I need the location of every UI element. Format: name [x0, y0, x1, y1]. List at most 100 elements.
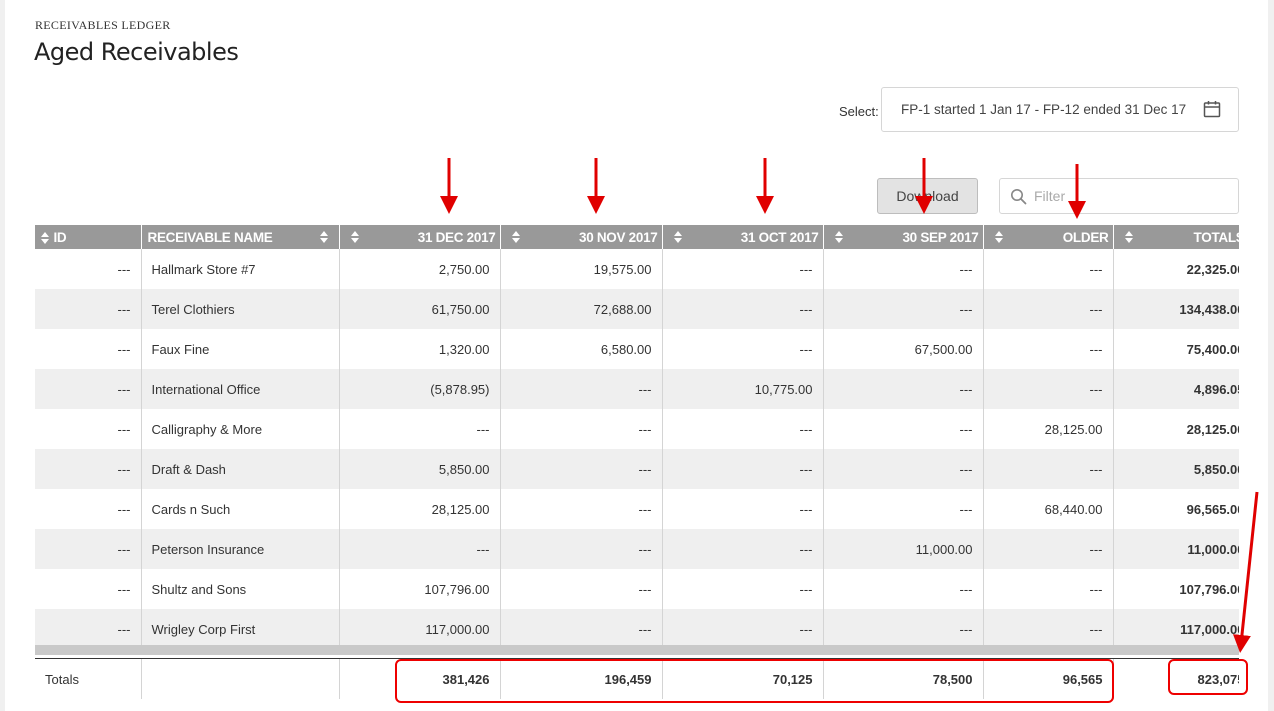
table-row[interactable]: --- Shultz and Sons 107,796.00 --- --- --- ---… — [35, 569, 1239, 609]
column-header-label: 31 DEC 2017 — [417, 229, 496, 245]
table-row[interactable]: --- Peterson Insurance --- --- --- 11,000.00-… — [35, 529, 1239, 569]
cell-31-dec-2017: 61,750.00 — [339, 289, 501, 329]
cell-total: 4,896.05 — [1113, 369, 1239, 409]
column-header-totals[interactable]: TOTALS — [1113, 225, 1239, 249]
period-select[interactable]: FP-1 started 1 Jan 17 - FP-12 ended 31 D… — [881, 87, 1239, 132]
cell-30-nov-2017: --- — [500, 409, 663, 449]
filter-field[interactable] — [999, 178, 1239, 214]
total-31-oct-2017: 70,125 — [662, 659, 824, 699]
cell-31-dec-2017: --- — [339, 529, 501, 569]
row-id: --- — [35, 289, 142, 329]
cell-older: --- — [983, 449, 1114, 489]
table-row[interactable]: --- Cards n Such 28,125.00 --- --- --- 68,440.… — [35, 489, 1239, 529]
aged-receivables-table: ID RECEIVABLE NAME 31 DEC 2017 30 NOV 20… — [35, 225, 1239, 700]
table-row[interactable]: --- Terel Clothiers 61,750.00 72,688.00 --- -… — [35, 289, 1239, 329]
cell-31-oct-2017: 10,775.00 — [662, 369, 824, 409]
table-row[interactable]: --- Calligraphy & More --- --- --- --- 28,125.… — [35, 409, 1239, 449]
cell-31-oct-2017: --- — [662, 289, 824, 329]
column-header-label: 31 OCT 2017 — [740, 229, 819, 245]
cell-30-sep-2017: 11,000.00 — [823, 529, 984, 569]
row-name: Terel Clothiers — [141, 289, 340, 329]
cell-30-sep-2017: --- — [823, 449, 984, 489]
total-30-sep-2017: 78,500 — [823, 659, 984, 699]
row-id: --- — [35, 529, 142, 569]
cell-31-oct-2017: --- — [662, 529, 824, 569]
row-name: Wrigley Corp First — [141, 609, 340, 649]
cell-30-sep-2017: --- — [823, 609, 984, 649]
cell-31-oct-2017: --- — [662, 409, 824, 449]
page-title: Aged Receivables — [34, 38, 239, 66]
cell-30-nov-2017: 19,575.00 — [500, 249, 663, 289]
row-id: --- — [35, 569, 142, 609]
cell-30-sep-2017: --- — [823, 289, 984, 329]
table-row[interactable]: --- International Office (5,878.95) --- 10,7… — [35, 369, 1239, 409]
cell-older: --- — [983, 609, 1114, 649]
cell-30-nov-2017: 6,580.00 — [500, 329, 663, 369]
total-older: 96,565 — [983, 659, 1114, 699]
cell-total: 5,850.00 — [1113, 449, 1239, 489]
calendar-icon[interactable] — [1203, 100, 1221, 118]
cell-30-sep-2017: --- — [823, 369, 984, 409]
column-header-label: ID — [53, 229, 67, 245]
totals-row: Totals 381,426 196,459 70,125 78,500 96,… — [35, 658, 1239, 699]
total-31-dec-2017: 381,426 — [339, 659, 501, 699]
totals-empty-cell — [141, 659, 340, 699]
filter-input[interactable] — [1034, 186, 1229, 206]
cell-30-nov-2017: --- — [500, 489, 663, 529]
sort-icon — [673, 231, 683, 243]
sort-icon — [994, 231, 1004, 243]
row-name: Draft & Dash — [141, 449, 340, 489]
cell-older: 68,440.00 — [983, 489, 1114, 529]
sort-icon — [350, 231, 360, 243]
period-select-value: FP-1 started 1 Jan 17 - FP-12 ended 31 D… — [901, 102, 1187, 117]
cell-total: 11,000.00 — [1113, 529, 1239, 569]
cell-30-nov-2017: --- — [500, 609, 663, 649]
cell-total: 134,438.00 — [1113, 289, 1239, 329]
column-header-31-dec-2017[interactable]: 31 DEC 2017 — [339, 225, 501, 249]
cell-total: 117,000.00 — [1113, 609, 1239, 649]
horizontal-scrollbar[interactable] — [35, 645, 1239, 655]
cell-30-sep-2017: --- — [823, 489, 984, 529]
cell-older: --- — [983, 529, 1114, 569]
cell-total: 75,400.00 — [1113, 329, 1239, 369]
cell-30-sep-2017: --- — [823, 409, 984, 449]
cell-30-nov-2017: --- — [500, 449, 663, 489]
cell-30-nov-2017: --- — [500, 369, 663, 409]
cell-total: 22,325.00 — [1113, 249, 1239, 289]
column-header-receivable-name[interactable]: RECEIVABLE NAME — [141, 225, 340, 249]
row-name: International Office — [141, 369, 340, 409]
column-header-older[interactable]: OLDER — [983, 225, 1114, 249]
row-id: --- — [35, 489, 142, 529]
cell-31-dec-2017: (5,878.95) — [339, 369, 501, 409]
column-header-id[interactable]: ID — [35, 225, 142, 249]
cell-older: --- — [983, 569, 1114, 609]
column-header-31-oct-2017[interactable]: 31 OCT 2017 — [662, 225, 824, 249]
table-row[interactable]: --- Faux Fine 1,320.00 6,580.00 --- 67,500.00… — [35, 329, 1239, 369]
grand-total: 823,075 — [1113, 659, 1239, 699]
sort-icon — [41, 231, 50, 244]
row-id: --- — [35, 329, 142, 369]
cell-31-dec-2017: 28,125.00 — [339, 489, 501, 529]
row-id: --- — [35, 249, 142, 289]
cell-31-dec-2017: 1,320.00 — [339, 329, 501, 369]
column-header-label: TOTALS — [1193, 229, 1239, 245]
cell-older: --- — [983, 369, 1114, 409]
table-row[interactable]: --- Wrigley Corp First 117,000.00 --- --- ---… — [35, 609, 1239, 649]
row-name: Faux Fine — [141, 329, 340, 369]
select-label: Select: — [839, 104, 879, 119]
table-row[interactable]: --- Hallmark Store #7 2,750.00 19,575.00 ---… — [35, 249, 1239, 289]
cell-older: --- — [983, 329, 1114, 369]
table-row[interactable]: --- Draft & Dash 5,850.00 --- --- --- --- 5,850… — [35, 449, 1239, 489]
cell-30-sep-2017: 67,500.00 — [823, 329, 984, 369]
column-header-30-nov-2017[interactable]: 30 NOV 2017 — [500, 225, 663, 249]
page: RECEIVABLES LEDGER Aged Receivables Sele… — [5, 0, 1268, 711]
download-button[interactable]: Download — [877, 178, 978, 214]
cell-31-oct-2017: --- — [662, 489, 824, 529]
cell-older: 28,125.00 — [983, 409, 1114, 449]
totals-label: Totals — [35, 659, 142, 699]
column-header-30-sep-2017[interactable]: 30 SEP 2017 — [823, 225, 984, 249]
cell-30-nov-2017: 72,688.00 — [500, 289, 663, 329]
row-name: Cards n Such — [141, 489, 340, 529]
cell-older: --- — [983, 289, 1114, 329]
cell-31-oct-2017: --- — [662, 249, 824, 289]
